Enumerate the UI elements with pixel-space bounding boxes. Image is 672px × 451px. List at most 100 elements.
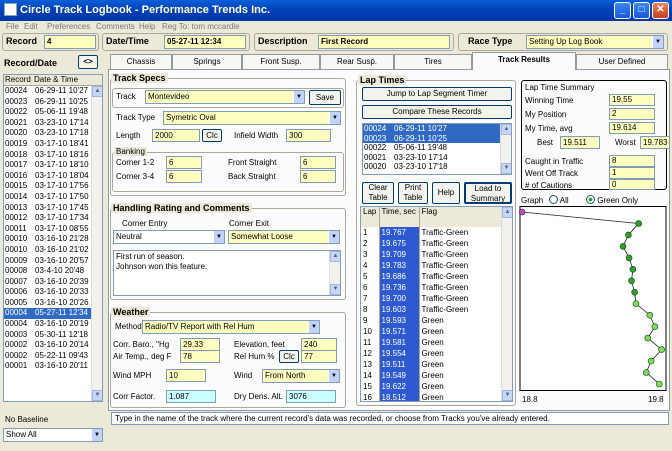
record-row[interactable]: 00003 05-30-11 12'18 xyxy=(4,330,102,341)
record-row[interactable]: 00011 03-17-10 08'55 xyxy=(4,224,102,235)
record-row[interactable]: 00020 03-23-10 17'18 xyxy=(4,128,102,139)
record-row[interactable]: 00006 03-16-10 20'33 xyxy=(4,287,102,298)
menu-file[interactable]: File xyxy=(6,22,19,31)
worst-field[interactable]: 19.783 xyxy=(640,136,670,149)
lap-row[interactable]: 16 18.512 Green xyxy=(361,392,501,401)
description-field[interactable]: First Record xyxy=(318,35,450,49)
rel-hum-field[interactable]: 77 xyxy=(301,350,337,363)
record-row[interactable]: 00004 03-16-10 20'19 xyxy=(4,319,102,330)
corner-exit-select[interactable]: Somewhat Loose ▼ xyxy=(228,230,340,244)
record-row[interactable]: 00009 03-16-10 20'57 xyxy=(4,256,102,267)
lap-row[interactable]: 8 19.603 Traffic-Green xyxy=(361,304,501,315)
lap-row[interactable]: 10 19.571 Green xyxy=(361,326,501,337)
tab-springs[interactable]: Springs xyxy=(172,54,242,69)
lap-row[interactable]: 2 19.675 Traffic-Green xyxy=(361,238,501,249)
record-row[interactable]: 00013 03-17-10 17'45 xyxy=(4,203,102,214)
chevron-down-icon[interactable]: ▼ xyxy=(91,429,102,441)
corner-entry-select[interactable]: Neutral ▼ xyxy=(113,230,225,244)
record-row[interactable]: 00010 03-16-10 21'28 xyxy=(4,234,102,245)
lap-row[interactable]: 13 19.511 Green xyxy=(361,359,501,370)
clear-table-button[interactable]: Clear Table xyxy=(362,182,394,204)
went-off-track-field[interactable]: 1 xyxy=(609,167,655,179)
scroll-down-icon[interactable]: ▼ xyxy=(501,163,511,174)
scroll-down-icon[interactable]: ▼ xyxy=(330,284,340,295)
record-row[interactable]: 00005 03-16-10 20'26 xyxy=(4,298,102,309)
print-table-button[interactable]: Print Table xyxy=(398,182,428,204)
lap-row[interactable]: 11 19.581 Green xyxy=(361,337,501,348)
radio-green-only[interactable]: Green Only xyxy=(586,195,638,205)
menu-comments[interactable]: Comments xyxy=(96,22,135,31)
compare-row[interactable]: 00023 06-29-11 10'25 xyxy=(363,133,511,144)
record-row[interactable]: 00012 03-17-10 17'34 xyxy=(4,213,102,224)
save-button[interactable]: Save xyxy=(309,90,341,105)
lap-row[interactable]: 5 19.686 Traffic-Green xyxy=(361,271,501,282)
radio-all[interactable]: All xyxy=(549,195,569,205)
lap-row[interactable]: 3 19.709 Traffic-Green xyxy=(361,249,501,260)
corner12-field[interactable]: 6 xyxy=(166,156,202,169)
record-row[interactable]: 00016 03-17-10 18'04 xyxy=(4,171,102,182)
front-straight-field[interactable]: 6 xyxy=(300,156,336,169)
track-type-select[interactable]: Symetric Oval ▼ xyxy=(163,111,341,125)
caught-traffic-field[interactable]: 8 xyxy=(609,155,655,167)
lap-row[interactable]: 7 19.700 Traffic-Green xyxy=(361,293,501,304)
scroll-down-icon[interactable]: ▼ xyxy=(502,390,512,401)
chevron-down-icon[interactable]: ▼ xyxy=(213,231,224,243)
wind-mph-field[interactable]: 10 xyxy=(166,369,206,382)
jump-lap-timer-button[interactable]: Jump to Lap Segment Timer xyxy=(362,87,512,101)
record-row[interactable]: 00010 03-16-10 21'02 xyxy=(4,245,102,256)
lap-row[interactable]: 9 19.593 Green xyxy=(361,315,501,326)
my-position-field[interactable]: 2 xyxy=(609,108,655,120)
tab-track-results[interactable]: Track Results xyxy=(472,52,576,70)
lap-row[interactable]: 14 19.549 Green xyxy=(361,370,501,381)
show-filter-select[interactable]: Show All ▼ xyxy=(3,428,103,442)
length-field[interactable]: 2000 xyxy=(152,129,200,142)
minimize-button[interactable]: _ xyxy=(614,2,631,19)
nav-arrows-button[interactable]: <> xyxy=(78,55,98,69)
chevron-down-icon[interactable]: ▼ xyxy=(328,231,339,243)
record-row[interactable]: 00015 03-17-10 17'56 xyxy=(4,181,102,192)
tab-user-defined[interactable]: User Defined xyxy=(576,54,668,69)
record-row[interactable]: 00002 03-16-10 20'14 xyxy=(4,340,102,351)
menu-help[interactable]: Help xyxy=(139,22,155,31)
datetime-field[interactable]: 05-27-11 12:34 xyxy=(164,35,246,49)
lap-row[interactable]: 6 19.736 Traffic-Green xyxy=(361,282,501,293)
tab-front-susp[interactable]: Front Susp. xyxy=(242,54,320,69)
record-row[interactable]: 00022 05-06-11 19'48 xyxy=(4,107,102,118)
lap-times-table[interactable]: Lap Time, sec Flag 1 19.767 Traffic-Green 2… xyxy=(360,206,513,402)
lap-row[interactable]: 4 19.783 Traffic-Green xyxy=(361,260,501,271)
help-button[interactable]: Help xyxy=(432,182,460,204)
load-to-summary-button[interactable]: Load to Summary xyxy=(464,182,512,204)
chevron-down-icon[interactable]: ▼ xyxy=(652,36,663,48)
compare-row[interactable]: 00020 03-23-10 17'18 xyxy=(363,162,511,172)
chevron-down-icon[interactable]: ▼ xyxy=(329,112,340,124)
compare-records-button[interactable]: Compare These Records xyxy=(362,105,512,119)
track-select[interactable]: Montevideo ▼ xyxy=(145,90,305,104)
record-list[interactable]: Record Date & Time 00024 06-29-11 10'27 000… xyxy=(3,74,103,402)
scroll-up-icon[interactable]: ▲ xyxy=(502,207,512,218)
radio-all-icon[interactable] xyxy=(549,195,558,204)
corner34-field[interactable]: 6 xyxy=(166,170,202,183)
chevron-down-icon[interactable]: ▼ xyxy=(293,91,304,103)
comments-textarea[interactable]: First run of season. Johnson won this fe… xyxy=(113,250,341,296)
infield-width-field[interactable]: 300 xyxy=(286,129,331,142)
record-number-field[interactable]: 4 xyxy=(44,35,96,49)
winning-time-field[interactable]: 19.55 xyxy=(609,94,655,106)
record-row[interactable]: 00001 03-16-10 20'11 xyxy=(4,361,102,372)
record-row[interactable]: 00023 06-29-11 10'25 xyxy=(4,97,102,108)
close-button[interactable]: ✕ xyxy=(652,2,669,19)
record-row[interactable]: 00004 05-27-11 12'34 xyxy=(4,308,102,320)
scroll-up-icon[interactable]: ▲ xyxy=(501,124,511,135)
lap-row[interactable]: 15 19.622 Green xyxy=(361,381,501,392)
scroll-down-icon[interactable]: ▼ xyxy=(92,390,102,401)
record-row[interactable]: 00021 03-23-10 17'14 xyxy=(4,118,102,129)
my-time-avg-field[interactable]: 19.614 xyxy=(609,122,655,134)
lap-row[interactable]: 1 19.767 Traffic-Green xyxy=(361,227,501,238)
best-field[interactable]: 19.511 xyxy=(560,136,600,149)
air-temp-field[interactable]: 78 xyxy=(180,350,220,363)
record-row[interactable]: 00002 05-22-11 09'43 xyxy=(4,351,102,362)
method-select[interactable]: Radio/TV Report with Rel Hum ▼ xyxy=(142,320,320,334)
radio-green-only-icon[interactable] xyxy=(586,195,595,204)
chevron-down-icon[interactable]: ▼ xyxy=(328,370,339,382)
racetype-select[interactable]: Setting Up Log Book ▼ xyxy=(526,35,664,49)
tab-tires[interactable]: Tires xyxy=(394,54,472,69)
